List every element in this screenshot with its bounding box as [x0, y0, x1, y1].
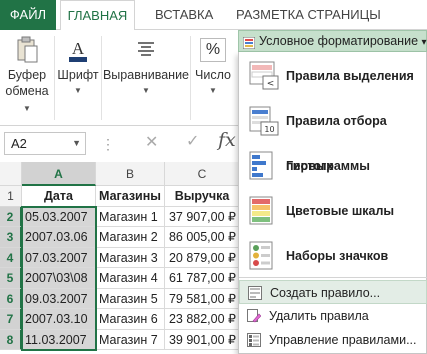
row-header[interactable]: 3	[0, 227, 22, 248]
menu-item-label: Удалить правила	[269, 309, 369, 323]
svg-text:<: <	[267, 79, 275, 89]
menu-item-color-scales[interactable]: Цветовые шкалы	[239, 189, 427, 234]
insert-function-button[interactable]: fx	[218, 129, 236, 151]
revenue-cell[interactable]: 23 882,00 ₽	[165, 309, 240, 330]
revenue-cell[interactable]: 39 901,00 ₽	[165, 329, 240, 350]
manage-rules-icon	[247, 333, 261, 347]
more-icon: ⋮	[101, 136, 115, 152]
conditional-formatting-label: Условное форматирование	[259, 34, 419, 48]
revenue-cell[interactable]: 61 787,00 ₽	[165, 268, 240, 289]
column-header-b[interactable]: B	[96, 162, 165, 186]
menu-divider	[239, 277, 427, 278]
store-cell[interactable]: Магазин 4	[96, 268, 165, 289]
percent-icon: %	[200, 38, 226, 62]
data-bars-icon	[249, 151, 279, 181]
date-cell[interactable]: 11.03.2007	[22, 329, 96, 350]
font-group[interactable]: A Шрифт ▼	[55, 30, 101, 126]
icon-sets-icon	[249, 241, 279, 271]
conditional-formatting-icon	[242, 35, 256, 50]
font-label: Шрифт	[57, 68, 99, 82]
header-cell-date[interactable]: Дата	[22, 186, 96, 207]
chevron-down-icon: ▼	[209, 86, 217, 95]
row-header[interactable]: 2	[0, 206, 22, 227]
check-icon[interactable]: ✓	[186, 131, 199, 151]
tab-file[interactable]: ФАЙЛ	[0, 0, 56, 30]
store-cell[interactable]: Магазин 5	[96, 288, 165, 309]
store-cell[interactable]: Магазин 7	[96, 329, 165, 350]
date-cell[interactable]: 2007.03.06	[22, 227, 96, 248]
conditional-formatting-button[interactable]: Условное форматирование ▾	[238, 30, 427, 52]
column-header-c[interactable]: C	[165, 162, 240, 186]
alignment-group[interactable]: Выравнивание ▼	[102, 30, 190, 126]
clipboard-label-1: Буфер	[7, 68, 47, 82]
store-cell[interactable]: Магазин 6	[96, 309, 165, 330]
menu-item-manage-rules[interactable]: Управление правилами...	[239, 328, 427, 352]
chevron-down-icon: ▼	[74, 86, 82, 95]
date-cell[interactable]: 2007\03\08	[22, 268, 96, 289]
store-cell[interactable]: Магазин 2	[96, 227, 165, 248]
name-box[interactable]: A2 ▼	[4, 132, 86, 155]
menu-item-label: Создать правило...	[270, 286, 381, 300]
cancel-icon[interactable]: ✕	[145, 132, 158, 152]
row-header[interactable]: 1	[0, 186, 22, 207]
date-cell[interactable]: 05.03.2007	[22, 206, 96, 227]
row-header[interactable]: 8	[0, 329, 22, 350]
date-cell[interactable]: 2007.03.10	[22, 309, 96, 330]
menu-item-highlight-rules[interactable]: < Правила выделения	[239, 54, 427, 99]
revenue-cell[interactable]: 37 907,00 ₽	[165, 206, 240, 227]
chevron-down-icon: ▼	[142, 86, 150, 95]
revenue-cell[interactable]: 20 879,00 ₽	[165, 247, 240, 268]
store-cell[interactable]: Магазин 1	[96, 206, 165, 227]
menu-item-new-rule[interactable]: Создать правило...	[239, 280, 427, 304]
menu-item-label: Гистограммы	[286, 159, 370, 173]
clear-rules-icon	[247, 309, 262, 323]
header-cell-revenue[interactable]: Выручка	[165, 186, 240, 207]
row-header[interactable]: 7	[0, 309, 22, 330]
menu-item-label: Цветовые шкалы	[286, 204, 395, 218]
tab-page-layout[interactable]: РАЗМЕТКА СТРАНИЦЫ	[236, 0, 381, 30]
chevron-down-icon[interactable]: ▼	[72, 133, 81, 154]
name-box-value: A2	[11, 136, 27, 151]
header-cell-stores[interactable]: Магазины	[96, 186, 165, 207]
chevron-down-icon: ▼	[23, 104, 31, 113]
menu-item-clear-rules[interactable]: Удалить правила	[239, 304, 427, 328]
font-color-icon: A	[67, 36, 89, 67]
tab-home[interactable]: ГЛАВНАЯ	[60, 0, 135, 31]
menu-item-label: Управление правилами...	[269, 333, 417, 347]
ribbon-tabs: ФАЙЛ ГЛАВНАЯ ВСТАВКА РАЗМЕТКА СТРАНИЦЫ	[0, 0, 427, 31]
column-header-a[interactable]: A	[22, 162, 96, 186]
revenue-cell[interactable]: 79 581,00 ₽	[165, 288, 240, 309]
date-cell[interactable]: 07.03.2007	[22, 247, 96, 268]
menu-item-data-bars[interactable]: Гистограммы	[239, 144, 427, 189]
chevron-down-icon: ▾	[421, 37, 427, 48]
row-header[interactable]: 4	[0, 247, 22, 268]
clipboard-group[interactable]: Буфер обмена ▼	[0, 30, 54, 126]
align-icon	[135, 36, 157, 67]
row-header[interactable]: 6	[0, 288, 22, 309]
menu-item-top-bottom-rules[interactable]: 10 Правила отбора первых	[239, 99, 427, 173]
svg-text:A: A	[72, 39, 85, 58]
clipboard-label-2: обмена	[5, 84, 49, 98]
tab-insert[interactable]: ВСТАВКА	[155, 0, 213, 30]
menu-item-icon-sets[interactable]: Наборы значков	[239, 234, 427, 279]
badge-text: 10	[264, 125, 274, 134]
color-scales-icon	[249, 196, 279, 226]
select-all-corner[interactable]	[0, 162, 22, 186]
clipboard-icon	[16, 36, 38, 67]
number-label: Число	[195, 68, 231, 82]
menu-item-label: Наборы значков	[286, 249, 389, 263]
number-group[interactable]: % Число ▼	[191, 30, 235, 126]
new-rule-icon	[248, 286, 262, 300]
alignment-label: Выравнивание	[102, 68, 190, 82]
highlight-rules-icon: <	[249, 61, 279, 91]
revenue-cell[interactable]: 86 005,00 ₽	[165, 227, 240, 248]
date-cell[interactable]: 09.03.2007	[22, 288, 96, 309]
conditional-formatting-menu: < Правила выделения 10 Правила отбора пе…	[238, 52, 427, 354]
menu-item-label: Правила выделения	[286, 69, 414, 83]
top-bottom-rules-icon: 10	[249, 106, 279, 136]
store-cell[interactable]: Магазин 3	[96, 247, 165, 268]
row-header[interactable]: 5	[0, 268, 22, 289]
